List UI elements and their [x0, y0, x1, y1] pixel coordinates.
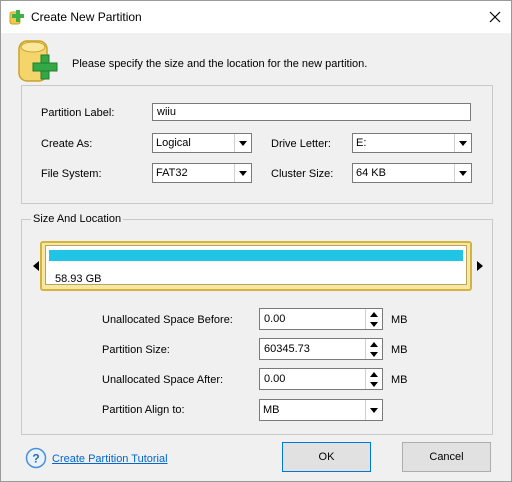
unallocated-before-label: Unallocated Space Before: [102, 314, 233, 326]
create-as-label: Create As: [41, 138, 93, 150]
dialog-title: Create New Partition [31, 10, 142, 24]
ok-button[interactable]: OK [282, 442, 371, 472]
right-resize-handle[interactable] [477, 261, 483, 271]
partition-size-text: 58.93 GB [55, 273, 102, 285]
cluster-size-label: Cluster Size: [271, 168, 334, 180]
create-as-select[interactable]: Logical [152, 133, 252, 153]
spin-down-icon[interactable] [366, 379, 382, 389]
drive-letter-value: E: [356, 137, 367, 149]
instruction-text: Please specify the size and the location… [72, 58, 368, 70]
partition-align-value: MB [263, 404, 280, 416]
tutorial-link[interactable]: Create Partition Tutorial [52, 453, 168, 465]
spin-up-icon[interactable] [366, 339, 382, 349]
unallocated-before-input[interactable]: 0.00 [259, 308, 383, 330]
title-bar: Create New Partition [1, 1, 511, 33]
spin-up-icon[interactable] [366, 369, 382, 379]
file-system-select[interactable]: FAT32 [152, 163, 252, 183]
svg-text:?: ? [32, 452, 39, 466]
disk-map[interactable]: 58.93 GB [40, 241, 472, 291]
unallocated-before-value: 0.00 [264, 313, 286, 325]
unallocated-after-label: Unallocated Space After: [102, 374, 224, 386]
partition-label-input[interactable]: wiiu [152, 103, 471, 121]
cluster-size-select[interactable]: 64 KB [352, 163, 472, 183]
left-resize-handle[interactable] [33, 261, 39, 271]
partition-size-label: Partition Size: [102, 344, 170, 356]
chevron-down-icon[interactable] [234, 134, 251, 152]
drive-letter-select[interactable]: E: [352, 133, 472, 153]
partition-align-select[interactable]: MB [259, 399, 383, 421]
file-system-value: FAT32 [156, 167, 188, 179]
create-partition-dialog: Create New Partition Please specify the … [0, 0, 512, 482]
chevron-down-icon[interactable] [454, 164, 471, 182]
close-button[interactable] [479, 1, 511, 33]
partition-size-input[interactable]: 60345.73 [259, 338, 383, 360]
cluster-size-value: 64 KB [356, 167, 386, 179]
spin-down-icon[interactable] [366, 319, 382, 329]
close-icon [489, 11, 501, 23]
help-icon[interactable]: ? [25, 447, 47, 469]
spin-up-icon[interactable] [366, 309, 382, 319]
partition-disk-icon [18, 40, 58, 82]
cancel-button[interactable]: Cancel [402, 442, 491, 472]
partition-block: 58.93 GB [45, 245, 467, 285]
add-partition-icon [9, 10, 24, 25]
size-location-title: Size And Location [31, 213, 124, 225]
chevron-down-icon[interactable] [365, 400, 382, 420]
drive-letter-label: Drive Letter: [271, 138, 331, 150]
partition-size-value: 60345.73 [264, 343, 310, 355]
spin-down-icon[interactable] [366, 349, 382, 359]
align-label: Partition Align to: [102, 404, 185, 416]
unallocated-after-value: 0.00 [264, 373, 286, 385]
chevron-down-icon[interactable] [454, 134, 471, 152]
create-as-value: Logical [156, 137, 191, 149]
unit-label: MB [391, 374, 408, 386]
file-system-label: File System: [41, 168, 102, 180]
unit-label: MB [391, 344, 408, 356]
chevron-down-icon[interactable] [234, 164, 251, 182]
unit-label: MB [391, 314, 408, 326]
partition-usage-bar [49, 250, 463, 261]
unallocated-after-input[interactable]: 0.00 [259, 368, 383, 390]
partition-label-label: Partition Label: [41, 107, 115, 119]
